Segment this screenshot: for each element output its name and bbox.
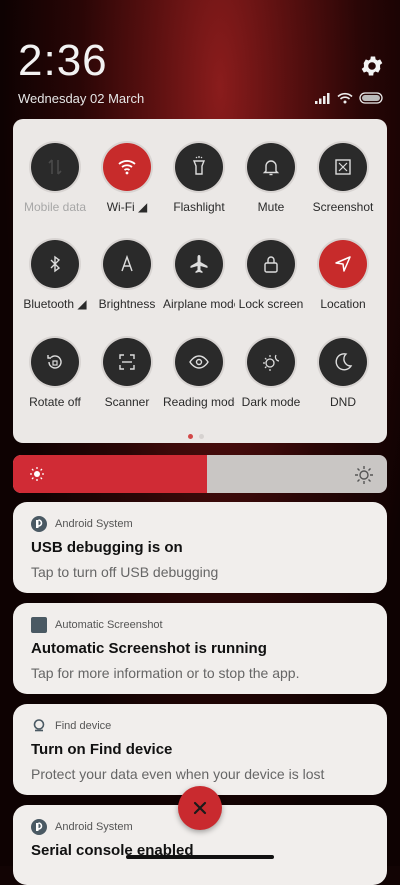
app-square-icon: [31, 617, 47, 633]
tile-label: Lock screen: [238, 297, 304, 311]
notification-title: Turn on Find device: [31, 741, 173, 758]
tile-location[interactable]: Location: [307, 240, 379, 312]
eye-icon: [189, 355, 209, 369]
tile-lock-screen[interactable]: Lock screen: [235, 240, 307, 312]
tile-screenshot[interactable]: Screenshot: [307, 143, 379, 215]
notification-title: USB debugging is on: [31, 539, 183, 556]
notification-app-name: Find device: [55, 720, 112, 732]
tile-wifi[interactable]: Wi-Fi ◢: [91, 143, 163, 215]
tile-scanner[interactable]: Scanner: [91, 338, 163, 410]
tile-label: Location: [320, 297, 366, 311]
android-system-icon: [31, 516, 47, 532]
page-dot: [188, 434, 193, 439]
notification-app-name: Automatic Screenshot: [55, 619, 163, 631]
mobile-data-icon: [48, 159, 62, 175]
signal-icon: [315, 93, 330, 104]
tile-flashlight[interactable]: Flashlight: [163, 143, 235, 215]
clear-all-button[interactable]: [178, 786, 222, 830]
dark-mode-icon: [263, 354, 280, 371]
airplane-icon: [190, 255, 208, 273]
brightness-slider[interactable]: [13, 455, 387, 493]
close-icon: [193, 801, 207, 815]
page-dot: [199, 434, 204, 439]
tile-label: Mute: [257, 200, 285, 214]
notification-card[interactable]: Automatic Screenshot Automatic Screensho…: [13, 603, 387, 694]
wifi-icon: [118, 160, 136, 175]
date-label: Wednesday 02 March: [18, 91, 145, 106]
clock: 2:36: [18, 36, 108, 85]
find-device-icon: [33, 719, 45, 732]
tile-reading-mode[interactable]: Reading mode: [163, 338, 235, 410]
tile-mute[interactable]: Mute: [235, 143, 307, 215]
scanner-icon: [119, 354, 135, 370]
battery-icon: [359, 92, 383, 104]
tile-label: Dark mode: [241, 395, 301, 409]
tile-label: Flashlight: [173, 200, 225, 214]
tile-airplane-mode[interactable]: Airplane mode: [163, 240, 235, 312]
status-bar-icons: [315, 91, 385, 105]
notification-card[interactable]: Android System USB debugging is on Tap t…: [13, 502, 387, 593]
home-indicator[interactable]: [126, 855, 274, 859]
tile-label: Screenshot: [312, 200, 374, 214]
rotate-icon: [47, 355, 62, 369]
gear-icon[interactable]: [359, 53, 385, 79]
tile-mobile-data[interactable]: Mobile data: [19, 143, 91, 215]
tile-label: Wi-Fi ◢: [106, 200, 148, 214]
android-system-icon: [31, 819, 47, 835]
notification-app-name: Android System: [55, 518, 133, 530]
notification-body: Tap to turn off USB debugging: [31, 564, 219, 580]
notification-body: Protect your data even when your device …: [31, 766, 325, 782]
page-indicator: [188, 434, 204, 439]
tile-label: Mobile data: [23, 200, 87, 214]
tile-label: Brightness: [98, 297, 156, 311]
tile-label: Reading mode: [163, 395, 235, 409]
tile-label: Scanner: [104, 395, 150, 409]
tile-label: DND: [330, 395, 356, 409]
location-icon: [335, 256, 351, 272]
notification-card[interactable]: Find device Turn on Find device Protect …: [13, 704, 387, 795]
tile-label: Bluetooth ◢: [23, 297, 87, 311]
notification-app-name: Android System: [55, 821, 133, 833]
wifi-status-icon: [337, 92, 353, 104]
tile-label: Airplane mode: [163, 297, 235, 311]
brightness-low-icon: [30, 467, 44, 481]
tile-bluetooth[interactable]: Bluetooth ◢: [19, 240, 91, 312]
bluetooth-icon: [50, 255, 61, 273]
tile-dnd[interactable]: DND: [307, 338, 379, 410]
flashlight-icon: [192, 156, 206, 175]
brightness-high-icon: [355, 466, 373, 484]
tile-dark-mode[interactable]: Dark mode: [235, 338, 307, 410]
notification-body: Tap for more information or to stop the …: [31, 665, 300, 681]
tile-rotate[interactable]: Rotate off: [19, 338, 91, 410]
notification-title: Automatic Screenshot is running: [31, 640, 267, 657]
moon-icon: [335, 353, 353, 371]
screenshot-icon: [335, 159, 351, 175]
lock-icon: [264, 256, 278, 273]
bell-icon: [262, 160, 280, 176]
auto-brightness-icon: [121, 254, 133, 272]
tile-brightness[interactable]: Brightness: [91, 240, 163, 312]
tile-label: Rotate off: [29, 395, 81, 409]
